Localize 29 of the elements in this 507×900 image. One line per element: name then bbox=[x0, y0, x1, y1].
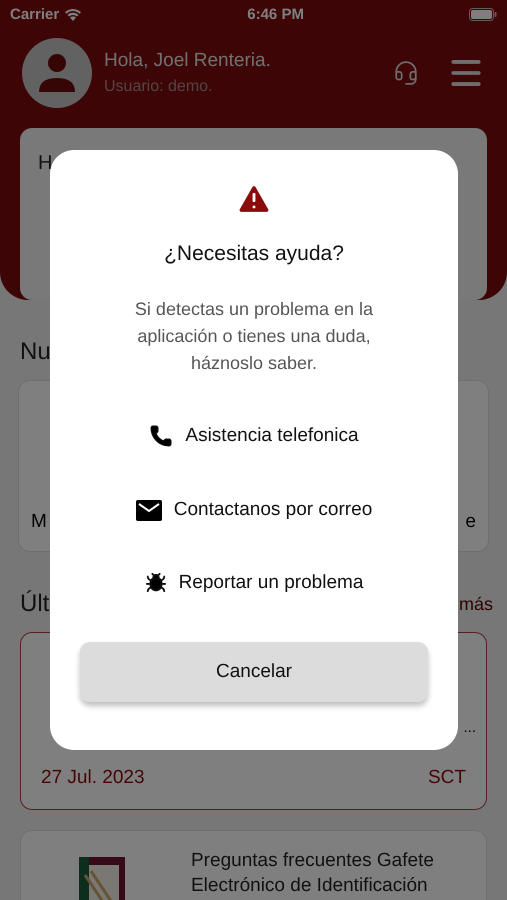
bug-icon bbox=[144, 572, 167, 594]
username-text: Usuario: demo. bbox=[104, 78, 214, 96]
greeting-text: Hola, Joel Renteria. bbox=[104, 50, 272, 72]
dialog-title: ¿Necesitas ayuda? bbox=[164, 242, 344, 266]
section-title: Nu bbox=[20, 338, 51, 366]
news-title: Preguntas frecuentes Gafete Electrónico de Identificación bbox=[191, 849, 435, 898]
news-date: 27 Jul. 2023 bbox=[41, 767, 145, 789]
news-source: SCT bbox=[428, 767, 466, 789]
phone-icon bbox=[149, 424, 174, 448]
avatar-icon bbox=[22, 38, 92, 108]
card-text: M bbox=[31, 511, 47, 533]
dialog-message: Si detectas un problema en la aplicación o tienes una duda, háznoslo saber. bbox=[134, 298, 374, 375]
help-option[interactable]: Contactanos por correo bbox=[136, 499, 372, 521]
section-title: Últ bbox=[20, 590, 50, 618]
news-card[interactable]: Preguntas frecuentes Gafete Electrónico de Identificación bbox=[20, 830, 487, 900]
card-text: e bbox=[465, 511, 476, 533]
news-snippet: ... bbox=[463, 719, 476, 736]
cancel-button[interactable]: Cancelar bbox=[80, 642, 428, 702]
news-thumbnail-icon bbox=[79, 857, 125, 900]
see-more-link[interactable]: más bbox=[458, 594, 493, 614]
help-option[interactable]: Reportar un problema bbox=[144, 572, 364, 594]
time-label: 6:46 PM bbox=[247, 6, 304, 22]
help-option[interactable]: Asistencia telefonica bbox=[149, 424, 359, 448]
battery-icon bbox=[469, 8, 497, 20]
mail-icon bbox=[136, 500, 162, 520]
wifi-icon bbox=[64, 8, 82, 20]
carrier-label: Carrier bbox=[10, 6, 60, 22]
support-icon[interactable] bbox=[393, 60, 419, 86]
banner-text: H bbox=[38, 152, 52, 174]
